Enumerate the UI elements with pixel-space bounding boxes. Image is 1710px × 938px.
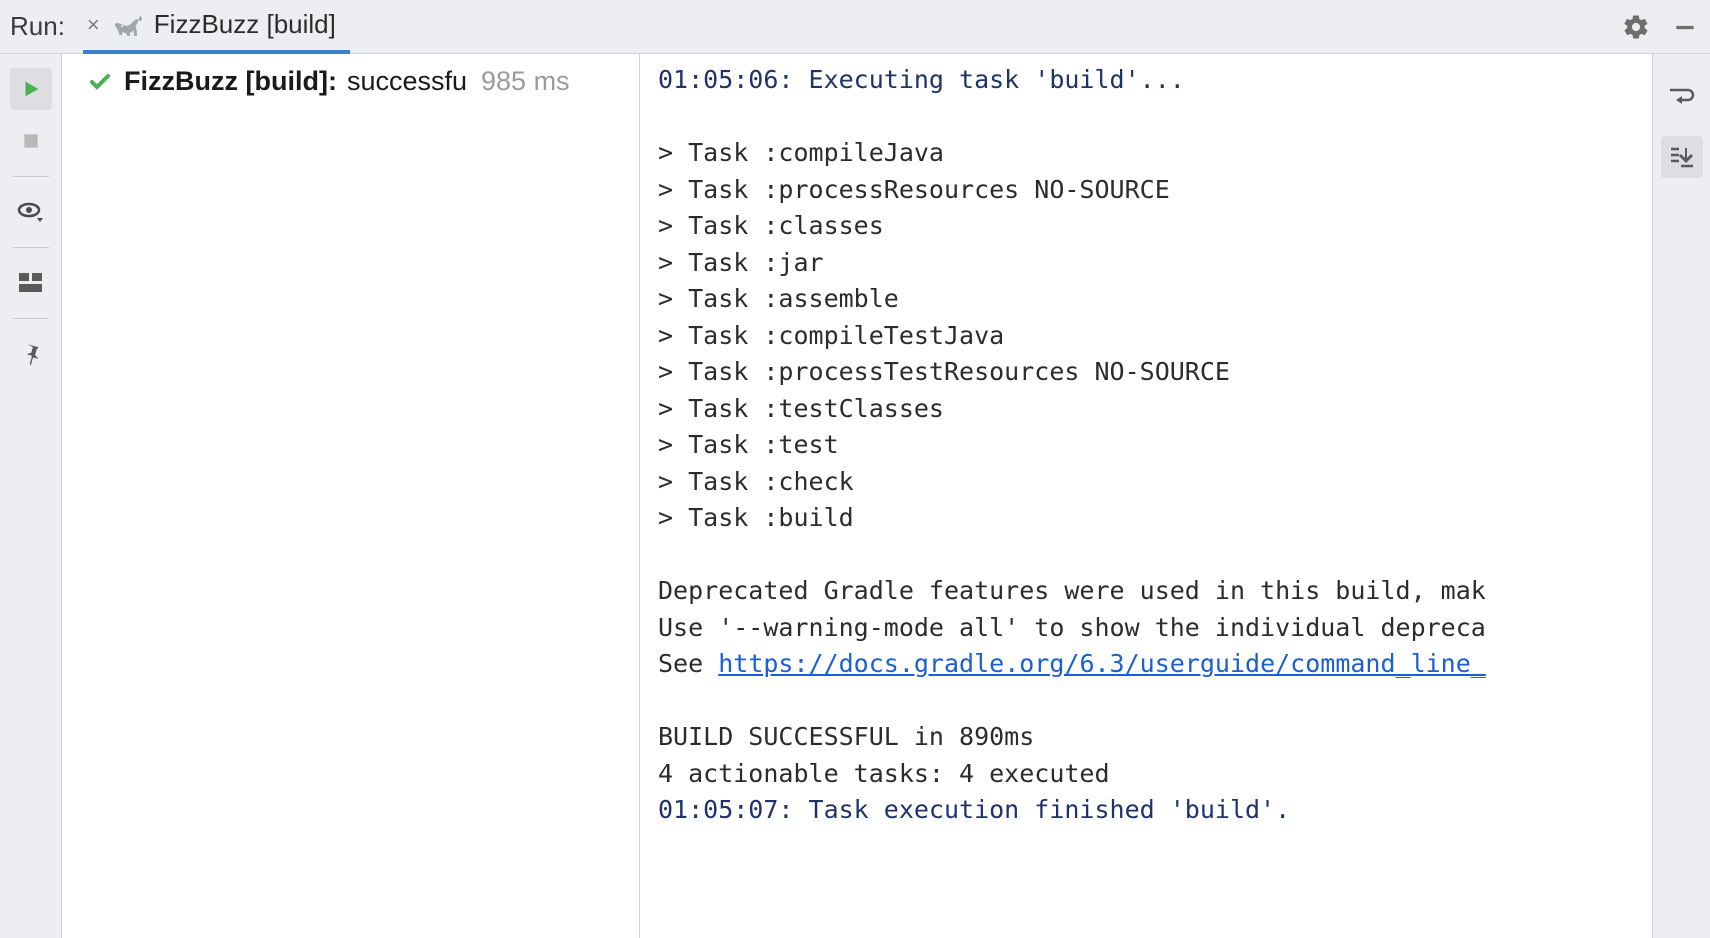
console-output[interactable]: 01:05:06: Executing task 'build'... > Ta… xyxy=(640,54,1652,938)
stop-button[interactable] xyxy=(10,120,52,162)
toolbar-divider xyxy=(13,247,49,248)
run-label: Run: xyxy=(10,11,65,42)
run-panel-header: Run: × FizzBuzz [build] xyxy=(0,0,1710,54)
success-check-icon xyxy=(86,70,114,94)
task-title: FizzBuzz [build]: xyxy=(124,66,337,97)
run-panel-body: FizzBuzz [build]: successfu 985 ms 01:05… xyxy=(0,54,1710,938)
tasks-tree-panel[interactable]: FizzBuzz [build]: successfu 985 ms xyxy=(62,54,640,938)
settings-icon[interactable] xyxy=(1622,13,1650,41)
header-actions xyxy=(1622,0,1698,54)
soft-wrap-button[interactable] xyxy=(1661,76,1703,118)
run-tab[interactable]: × FizzBuzz [build] xyxy=(83,0,350,54)
close-icon[interactable]: × xyxy=(87,12,100,38)
task-result-row[interactable]: FizzBuzz [build]: successfu 985 ms xyxy=(86,66,639,97)
run-button[interactable] xyxy=(10,68,52,110)
show-hide-button[interactable] xyxy=(10,191,52,233)
layout-button[interactable] xyxy=(10,262,52,304)
pin-button[interactable] xyxy=(10,333,52,375)
minimize-icon[interactable] xyxy=(1672,14,1698,40)
left-toolbar xyxy=(0,54,62,938)
tab-title: FizzBuzz [build] xyxy=(154,9,336,40)
toolbar-divider xyxy=(13,176,49,177)
task-duration: 985 ms xyxy=(481,66,570,97)
gradle-docs-link[interactable]: https://docs.gradle.org/6.3/userguide/co… xyxy=(718,649,1486,678)
toolbar-divider xyxy=(13,318,49,319)
right-toolbar xyxy=(1652,54,1710,938)
scroll-to-end-button[interactable] xyxy=(1661,136,1703,178)
task-status: successfu xyxy=(347,66,467,97)
gradle-icon xyxy=(114,10,144,40)
